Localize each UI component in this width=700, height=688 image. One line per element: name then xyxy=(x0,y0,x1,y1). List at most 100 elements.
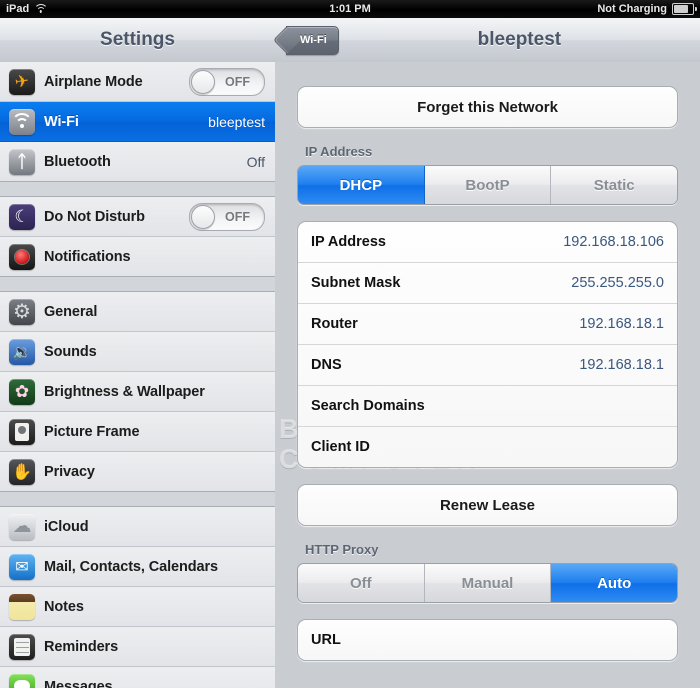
segment-static[interactable]: Static xyxy=(551,166,677,204)
moon-icon xyxy=(9,203,35,230)
message-bubble-icon xyxy=(9,673,35,688)
sidebar-group-accounts: iCloud Mail, Contacts, Calendars Notes R… xyxy=(0,506,275,688)
hand-icon xyxy=(9,458,35,485)
flower-icon xyxy=(9,378,35,405)
segment-dhcp[interactable]: DHCP xyxy=(298,166,425,204)
back-button-wifi[interactable]: Wi-Fi xyxy=(286,25,339,55)
row-key: IP Address xyxy=(311,234,386,250)
sidebar-group-system: General Sounds Brightness & Wallpaper Pi… xyxy=(0,291,275,492)
airplane-icon xyxy=(9,68,35,95)
row-key: Search Domains xyxy=(311,398,425,414)
row-key: Client ID xyxy=(311,439,370,455)
notifications-icon xyxy=(9,243,35,270)
sidebar-item-general[interactable]: General xyxy=(0,292,275,332)
http-proxy-section-label: HTTP Proxy xyxy=(305,542,379,557)
speaker-icon xyxy=(9,338,35,365)
table-row[interactable]: DNS 192.168.18.1 xyxy=(298,345,677,386)
settings-sidebar[interactable]: Airplane Mode OFF Wi-Fi bleeptest ᛏ Blue… xyxy=(0,62,276,688)
sidebar-item-label: Mail, Contacts, Calendars xyxy=(44,558,218,575)
sidebar-item-mail-contacts-calendars[interactable]: Mail, Contacts, Calendars xyxy=(0,547,275,587)
status-bar-right: Not Charging xyxy=(494,3,700,15)
sidebar-item-notes[interactable]: Notes xyxy=(0,587,275,627)
ip-details-list: IP Address 192.168.18.106 Subnet Mask 25… xyxy=(297,221,678,468)
row-key: Router xyxy=(311,316,358,332)
table-row[interactable]: IP Address 192.168.18.106 xyxy=(298,222,677,263)
http-proxy-segmented-control[interactable]: Off Manual Auto xyxy=(297,563,678,603)
sidebar-item-brightness-wallpaper[interactable]: Brightness & Wallpaper xyxy=(0,372,275,412)
sidebar-item-notifications[interactable]: Notifications xyxy=(0,237,275,276)
battery-status-label: Not Charging xyxy=(597,3,667,15)
reminders-icon xyxy=(9,633,35,660)
sidebar-group-connectivity: Airplane Mode OFF Wi-Fi bleeptest ᛏ Blue… xyxy=(0,62,275,182)
back-button-label: Wi-Fi xyxy=(300,34,327,46)
row-key: Subnet Mask xyxy=(311,275,401,291)
sidebar-item-label: Sounds xyxy=(44,343,97,360)
sidebar-item-label: Messages xyxy=(44,678,113,688)
notes-icon xyxy=(9,593,35,620)
table-row[interactable]: Subnet Mask 255.255.255.0 xyxy=(298,263,677,304)
ipad-settings-screen: iPad 1:01 PM Not Charging Settings Wi-Fi… xyxy=(0,0,700,688)
segment-off[interactable]: Off xyxy=(298,564,425,602)
cloud-icon xyxy=(9,513,35,540)
sidebar-item-airplane-mode[interactable]: Airplane Mode OFF xyxy=(0,62,275,102)
table-row[interactable]: Client ID xyxy=(298,427,677,467)
sidebar-item-privacy[interactable]: Privacy xyxy=(0,452,275,491)
segment-auto[interactable]: Auto xyxy=(551,564,677,602)
sidebar-item-value: Off xyxy=(246,153,265,170)
sidebar-item-label: Notes xyxy=(44,598,84,615)
bluetooth-icon: ᛏ xyxy=(9,148,35,175)
proxy-url-list: URL xyxy=(297,619,678,661)
sidebar-group-alerts: Do Not Disturb OFF Notifications xyxy=(0,196,275,277)
sidebar-item-label: iCloud xyxy=(44,518,89,535)
sidebar-item-value: bleeptest xyxy=(208,113,265,130)
sidebar-item-label: Notifications xyxy=(44,248,131,265)
table-row[interactable]: Router 192.168.18.1 xyxy=(298,304,677,345)
picture-frame-icon xyxy=(9,418,35,445)
sidebar-item-label: Privacy xyxy=(44,463,95,480)
battery-icon xyxy=(672,3,697,15)
row-value: 255.255.255.0 xyxy=(571,275,664,291)
sidebar-item-label: Picture Frame xyxy=(44,423,140,440)
table-row[interactable]: Search Domains xyxy=(298,386,677,427)
sidebar-item-reminders[interactable]: Reminders xyxy=(0,627,275,667)
status-bar: iPad 1:01 PM Not Charging xyxy=(0,0,700,18)
sidebar-item-label: Brightness & Wallpaper xyxy=(44,383,205,400)
status-bar-left: iPad xyxy=(0,3,206,15)
sidebar-item-picture-frame[interactable]: Picture Frame xyxy=(0,412,275,452)
sidebar-item-messages[interactable]: Messages xyxy=(0,667,275,688)
sidebar-item-label: Airplane Mode xyxy=(44,73,143,90)
segment-manual[interactable]: Manual xyxy=(424,564,552,602)
device-name: iPad xyxy=(6,3,30,15)
renew-lease-button[interactable]: Renew Lease xyxy=(297,484,678,526)
sidebar-item-label: Wi-Fi xyxy=(44,113,79,130)
sidebar-navbar: Settings xyxy=(0,18,276,63)
segment-bootp[interactable]: BootP xyxy=(424,166,552,204)
renew-lease-label: Renew Lease xyxy=(439,496,536,514)
forget-network-button[interactable]: Forget this Network xyxy=(297,86,678,128)
sidebar-item-label: Bluetooth xyxy=(44,153,111,170)
detail-navbar: Wi-Fi bleeptest xyxy=(275,18,700,63)
sidebar-item-bluetooth[interactable]: ᛏ Bluetooth Off xyxy=(0,142,275,181)
ip-address-section-label: IP Address xyxy=(305,144,373,159)
wifi-network-detail-panel: BLEEPING COMPUTER Forget this Network IP… xyxy=(275,62,700,688)
toggle-knob xyxy=(191,204,215,229)
sidebar-item-sounds[interactable]: Sounds xyxy=(0,332,275,372)
row-value: 192.168.18.106 xyxy=(563,234,664,250)
ip-mode-segmented-control[interactable]: DHCP BootP Static xyxy=(297,165,678,205)
sidebar-item-do-not-disturb[interactable]: Do Not Disturb OFF xyxy=(0,197,275,237)
sidebar-item-label: Do Not Disturb xyxy=(44,208,145,225)
row-key: URL xyxy=(311,632,341,648)
row-key: DNS xyxy=(311,357,342,373)
page-title: Settings xyxy=(100,29,175,50)
wifi-icon xyxy=(9,108,35,135)
airplane-mode-toggle[interactable]: OFF xyxy=(189,67,265,96)
envelope-icon xyxy=(9,553,35,580)
sidebar-item-wifi[interactable]: Wi-Fi bleeptest xyxy=(0,102,275,142)
table-row[interactable]: URL xyxy=(298,620,677,660)
sidebar-item-icloud[interactable]: iCloud xyxy=(0,507,275,547)
status-bar-clock: 1:01 PM xyxy=(329,3,371,15)
row-value: 192.168.18.1 xyxy=(579,316,664,332)
do-not-disturb-toggle[interactable]: OFF xyxy=(189,202,265,231)
forget-network-label: Forget this Network xyxy=(417,98,558,116)
toggle-label: OFF xyxy=(225,209,250,224)
